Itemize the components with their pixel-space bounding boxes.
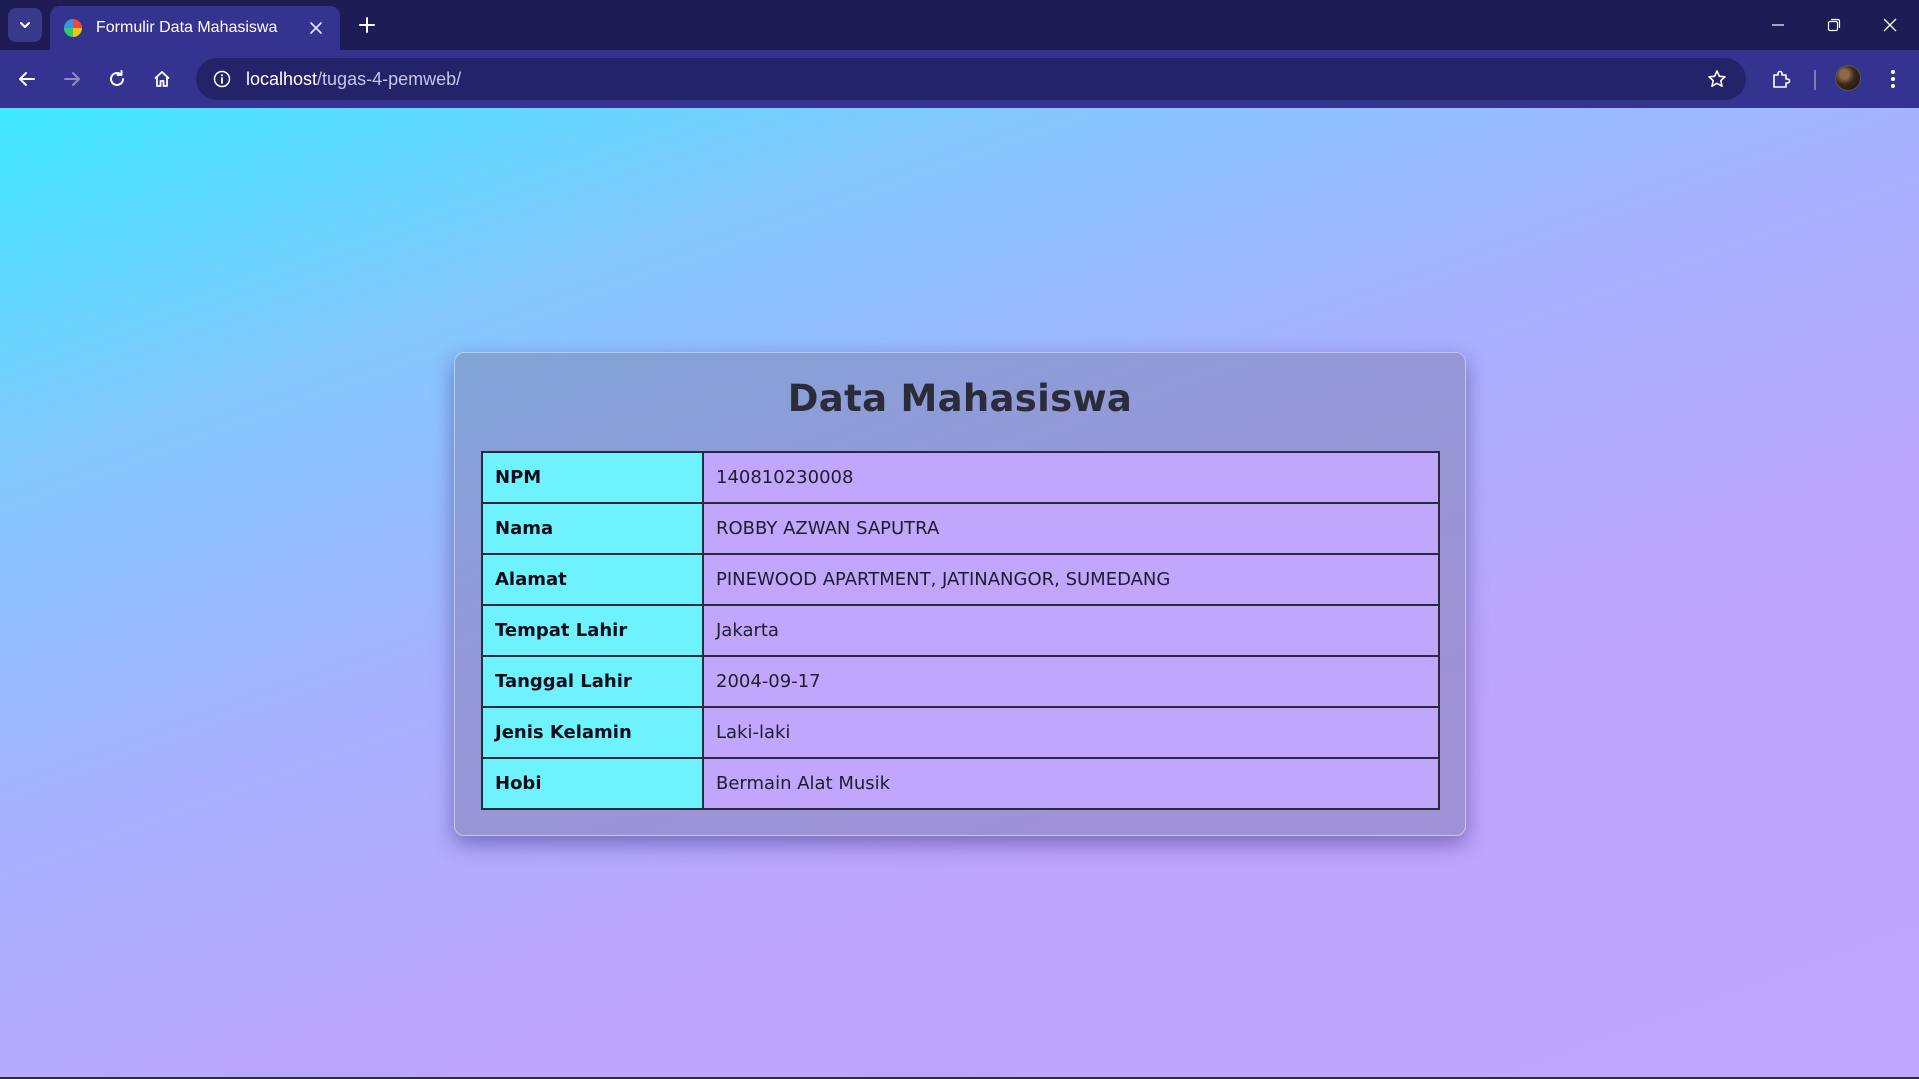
new-tab-button[interactable]	[352, 10, 382, 40]
tab-search-button[interactable]	[8, 8, 42, 42]
row-label: Hobi	[481, 757, 704, 810]
page-title: Data Mahasiswa	[787, 377, 1133, 420]
bookmark-button[interactable]	[1700, 62, 1734, 96]
favicon-icon	[64, 19, 82, 37]
close-window-button[interactable]	[1862, 0, 1918, 50]
table-row: Hobi Bermain Alat Musik	[481, 757, 1440, 810]
row-value: 2004-09-17	[702, 655, 1440, 708]
restore-button[interactable]	[1806, 0, 1862, 50]
table-row: NPM 140810230008	[481, 451, 1440, 504]
row-value: PINEWOOD APARTMENT, JATINANGOR, SUMEDANG	[702, 553, 1440, 606]
back-button[interactable]	[10, 62, 44, 96]
row-value: Bermain Alat Musik	[702, 757, 1440, 810]
close-icon	[310, 22, 322, 34]
arrow-left-icon	[19, 72, 35, 86]
table-row: Tanggal Lahir 2004-09-17	[481, 655, 1440, 708]
minimize-icon	[1772, 24, 1784, 26]
browser-toolbar: localhost/tugas-4-pemweb/	[0, 50, 1919, 108]
minimize-button[interactable]	[1750, 0, 1806, 50]
address-bar[interactable]: localhost/tugas-4-pemweb/	[196, 58, 1746, 100]
page-viewport: Data Mahasiswa NPM 140810230008 Nama ROB…	[0, 108, 1919, 1079]
row-label: Tempat Lahir	[481, 604, 704, 657]
home-button[interactable]	[145, 62, 179, 96]
row-value: Jakarta	[702, 604, 1440, 657]
reload-button[interactable]	[100, 62, 134, 96]
puzzle-icon	[1773, 70, 1791, 88]
tab-close-button[interactable]	[304, 16, 328, 40]
forward-button[interactable]	[55, 62, 89, 96]
profile-avatar[interactable]	[1835, 65, 1861, 91]
tab-title: Formulir Data Mahasiswa	[96, 19, 278, 36]
data-card: Data Mahasiswa NPM 140810230008 Nama ROB…	[454, 352, 1466, 836]
extensions-button[interactable]	[1764, 62, 1798, 96]
table-row: Tempat Lahir Jakarta	[481, 604, 1440, 657]
home-icon	[154, 71, 170, 87]
close-icon	[1883, 18, 1897, 32]
table-row: Jenis Kelamin Laki-laki	[481, 706, 1440, 759]
toolbar-divider	[1814, 70, 1816, 90]
row-label: Jenis Kelamin	[481, 706, 704, 759]
browser-menu-button[interactable]	[1878, 62, 1908, 96]
active-tab[interactable]: Formulir Data Mahasiswa	[50, 6, 340, 50]
plus-icon	[359, 17, 375, 33]
url-path: /tugas-4-pemweb/	[317, 68, 462, 89]
reload-icon	[110, 70, 124, 86]
arrow-right-icon	[64, 72, 80, 86]
row-value: Laki-laki	[702, 706, 1440, 759]
star-icon	[1708, 70, 1726, 87]
table-row: Alamat PINEWOOD APARTMENT, JATINANGOR, S…	[481, 553, 1440, 606]
row-label: NPM	[481, 451, 704, 504]
url-host: localhost	[246, 68, 318, 89]
student-data-table: NPM 140810230008 Nama ROBBY AZWAN SAPUTR…	[481, 451, 1440, 810]
row-label: Alamat	[481, 553, 704, 606]
tab-strip: Formulir Data Mahasiswa	[0, 0, 1919, 50]
restore-icon	[1827, 18, 1841, 32]
chevron-down-icon	[20, 22, 30, 28]
kebab-menu-icon	[1891, 70, 1895, 88]
url-text[interactable]: localhost/tugas-4-pemweb/	[246, 69, 461, 90]
row-value: ROBBY AZWAN SAPUTRA	[702, 502, 1440, 555]
row-value: 140810230008	[702, 451, 1440, 504]
site-info-button[interactable]	[202, 59, 242, 99]
table-row: Nama ROBBY AZWAN SAPUTRA	[481, 502, 1440, 555]
row-label: Tanggal Lahir	[481, 655, 704, 708]
info-icon	[213, 70, 231, 88]
row-label: Nama	[481, 502, 704, 555]
